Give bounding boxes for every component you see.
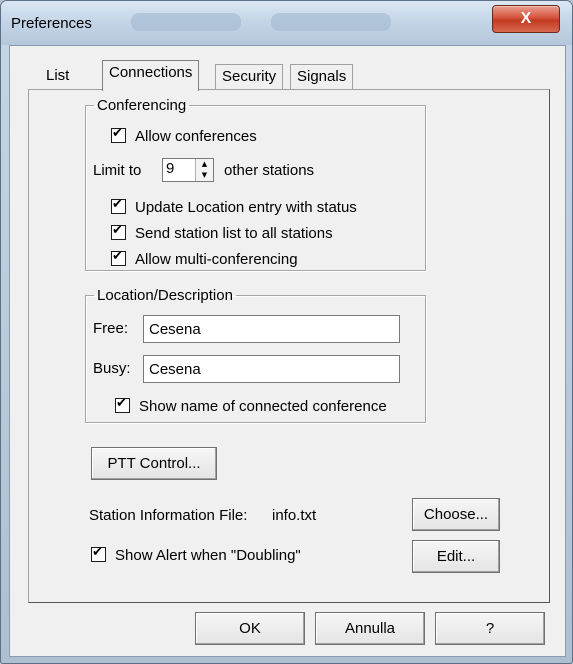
conferencing-legend: Conferencing (97, 97, 187, 114)
close-button[interactable]: X (492, 5, 560, 33)
close-icon: X (520, 10, 532, 27)
other-stations-label: other stations (224, 162, 315, 179)
free-label: Free: (93, 320, 129, 337)
connections-panel: Conferencing Allow conferences Limit to … (28, 89, 550, 603)
show-name-conference-checkbox[interactable]: Show name of connected conference (115, 395, 387, 417)
ptt-control-button[interactable]: PTT Control... (91, 447, 217, 480)
allow-multi-conferencing-checkbox[interactable]: Allow multi-conferencing (111, 248, 298, 270)
preferences-window: Preferences X List Connections Security … (0, 0, 573, 664)
checkbox-label: Update Location entry with status (135, 199, 357, 216)
tab-label: Signals (297, 68, 347, 85)
checkbox-label: Allow conferences (135, 128, 257, 145)
tab-signals[interactable]: Signals (290, 64, 354, 89)
window-title: Preferences (11, 15, 92, 32)
tab-label: List (46, 67, 70, 84)
limit-value: 9 (166, 160, 175, 177)
checkbox-box[interactable] (111, 125, 126, 143)
tab-connections[interactable]: Connections (102, 60, 200, 91)
spinner-arrows: ▲ ▼ (195, 159, 213, 181)
limit-to-label: Limit to (93, 162, 142, 179)
spin-up-icon[interactable]: ▲ (196, 159, 213, 170)
edit-button[interactable]: Edit... (412, 540, 500, 573)
limit-stepper[interactable]: 9 ▲ ▼ (162, 158, 214, 182)
checkbox-label: Show name of connected conference (139, 398, 387, 415)
tab-label: Connections (109, 64, 193, 81)
busy-field[interactable]: Cesena (143, 355, 400, 383)
free-field[interactable]: Cesena (143, 315, 400, 343)
checkbox-box[interactable] (91, 544, 106, 562)
checkbox-label: Send station list to all stations (135, 225, 333, 242)
tab-security[interactable]: Security (215, 64, 284, 89)
tab-label: Security (222, 68, 277, 85)
checkbox-box[interactable] (111, 196, 126, 214)
title-bar[interactable]: Preferences X (1, 1, 572, 45)
tab-list[interactable]: List (40, 64, 76, 88)
dialog-body: List Connections Security Signals Confer… (9, 45, 566, 657)
station-info-label: Station Information File: (89, 507, 248, 524)
choose-button[interactable]: Choose... (412, 498, 500, 531)
spin-down-icon[interactable]: ▼ (196, 170, 213, 181)
checkbox-box[interactable] (111, 248, 126, 266)
blurred-background (271, 13, 391, 31)
allow-conferences-checkbox[interactable]: Allow conferences (111, 125, 257, 147)
blurred-background (131, 13, 241, 31)
checkbox-label: Allow multi-conferencing (135, 251, 298, 268)
update-location-checkbox[interactable]: Update Location entry with status (111, 196, 357, 218)
show-alert-checkbox[interactable]: Show Alert when "Doubling" (91, 544, 301, 566)
station-info-value: info.txt (272, 507, 317, 524)
send-station-list-checkbox[interactable]: Send station list to all stations (111, 222, 333, 244)
help-button[interactable]: ? (435, 612, 545, 645)
ok-button[interactable]: OK (195, 612, 305, 645)
checkbox-label: Show Alert when "Doubling" (115, 547, 301, 564)
busy-label: Busy: (93, 360, 131, 377)
checkbox-box[interactable] (115, 395, 130, 413)
cancel-button[interactable]: Annulla (315, 612, 425, 645)
checkbox-box[interactable] (111, 222, 126, 240)
conferencing-group: Conferencing (85, 97, 426, 271)
location-legend: Location/Description (97, 287, 233, 304)
